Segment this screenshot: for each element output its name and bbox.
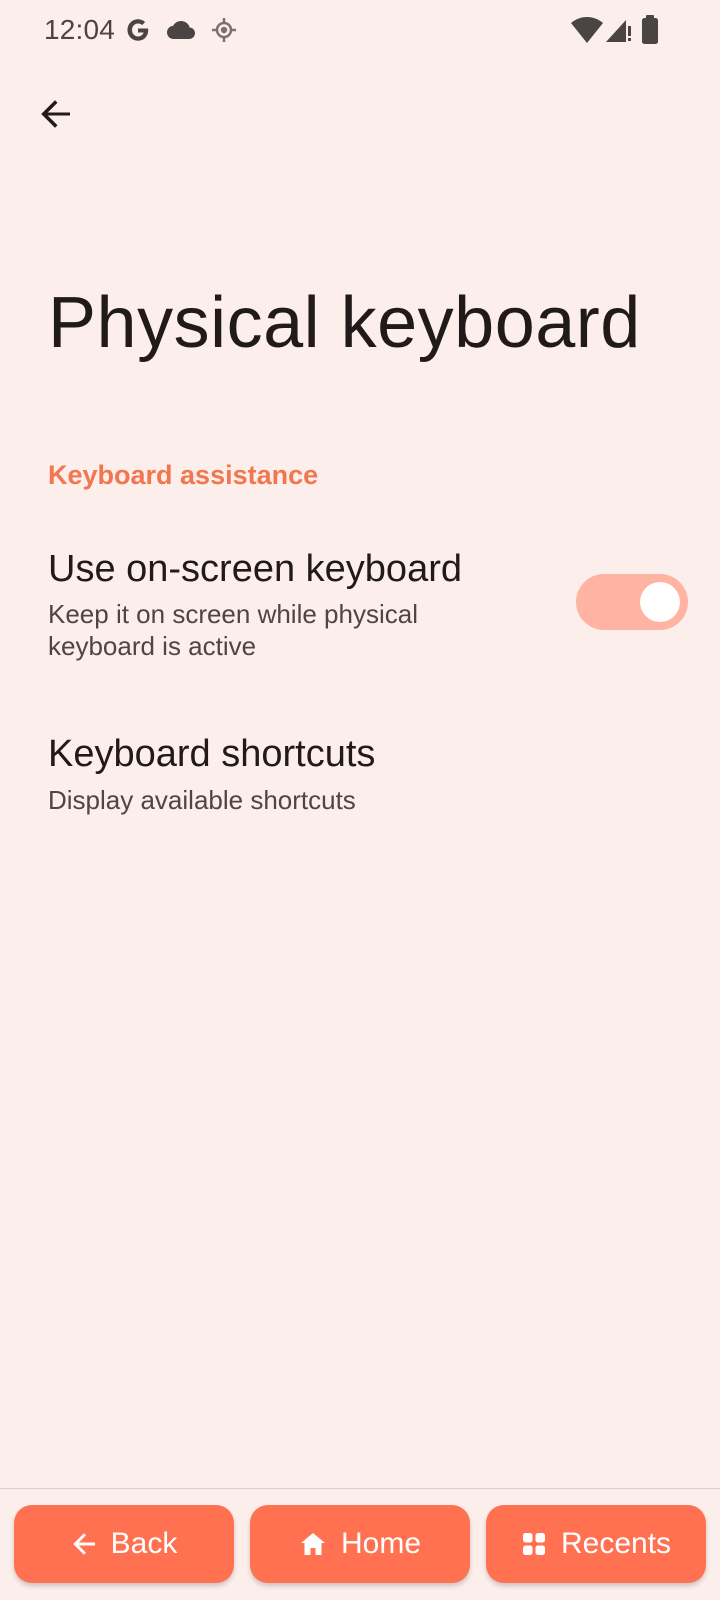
page-title: Physical keyboard <box>48 283 641 363</box>
arrow-back-icon <box>72 1533 95 1555</box>
keyboard-shortcuts-row[interactable]: Keyboard shortcuts Display available sho… <box>0 715 720 840</box>
nav-back-label: Back <box>110 1527 178 1560</box>
nav-home-label: Home <box>340 1527 422 1560</box>
back-arrow-button[interactable] <box>24 82 88 146</box>
bottom-nav-bar: Back Home Recents <box>0 1489 720 1600</box>
toggle-thumb <box>640 582 680 622</box>
cloud-icon <box>167 21 195 39</box>
recents-icon <box>522 1533 545 1555</box>
location-icon <box>212 18 236 42</box>
status-bar: 12:04 <box>0 0 720 62</box>
nav-recents-label: Recents <box>560 1527 672 1560</box>
home-icon <box>300 1533 325 1555</box>
pref-summary: Keep it on screen while physical keyboar… <box>48 599 418 661</box>
use-on-screen-keyboard-row[interactable]: Use on-screen keyboard Keep it on screen… <box>0 530 720 690</box>
pref-title: Keyboard shortcuts <box>48 733 376 775</box>
wifi-icon <box>571 17 603 43</box>
nav-recents-button[interactable]: Recents <box>486 1505 706 1583</box>
pref-summary: Display available shortcuts <box>48 785 356 815</box>
screen: 12:04 Physical keyboard Keyboard assista… <box>0 0 720 1600</box>
nav-back-button[interactable]: Back <box>14 1505 234 1583</box>
battery-icon <box>642 15 658 44</box>
pref-title: Use on-screen keyboard <box>48 548 462 590</box>
section-header: Keyboard assistance <box>48 460 319 490</box>
status-time: 12:04 <box>44 14 116 45</box>
signal-icon <box>606 20 631 42</box>
on-screen-keyboard-toggle[interactable] <box>576 574 688 630</box>
nav-home-button[interactable]: Home <box>250 1505 470 1583</box>
google-icon <box>127 19 149 41</box>
arrow-back-icon <box>41 100 70 128</box>
